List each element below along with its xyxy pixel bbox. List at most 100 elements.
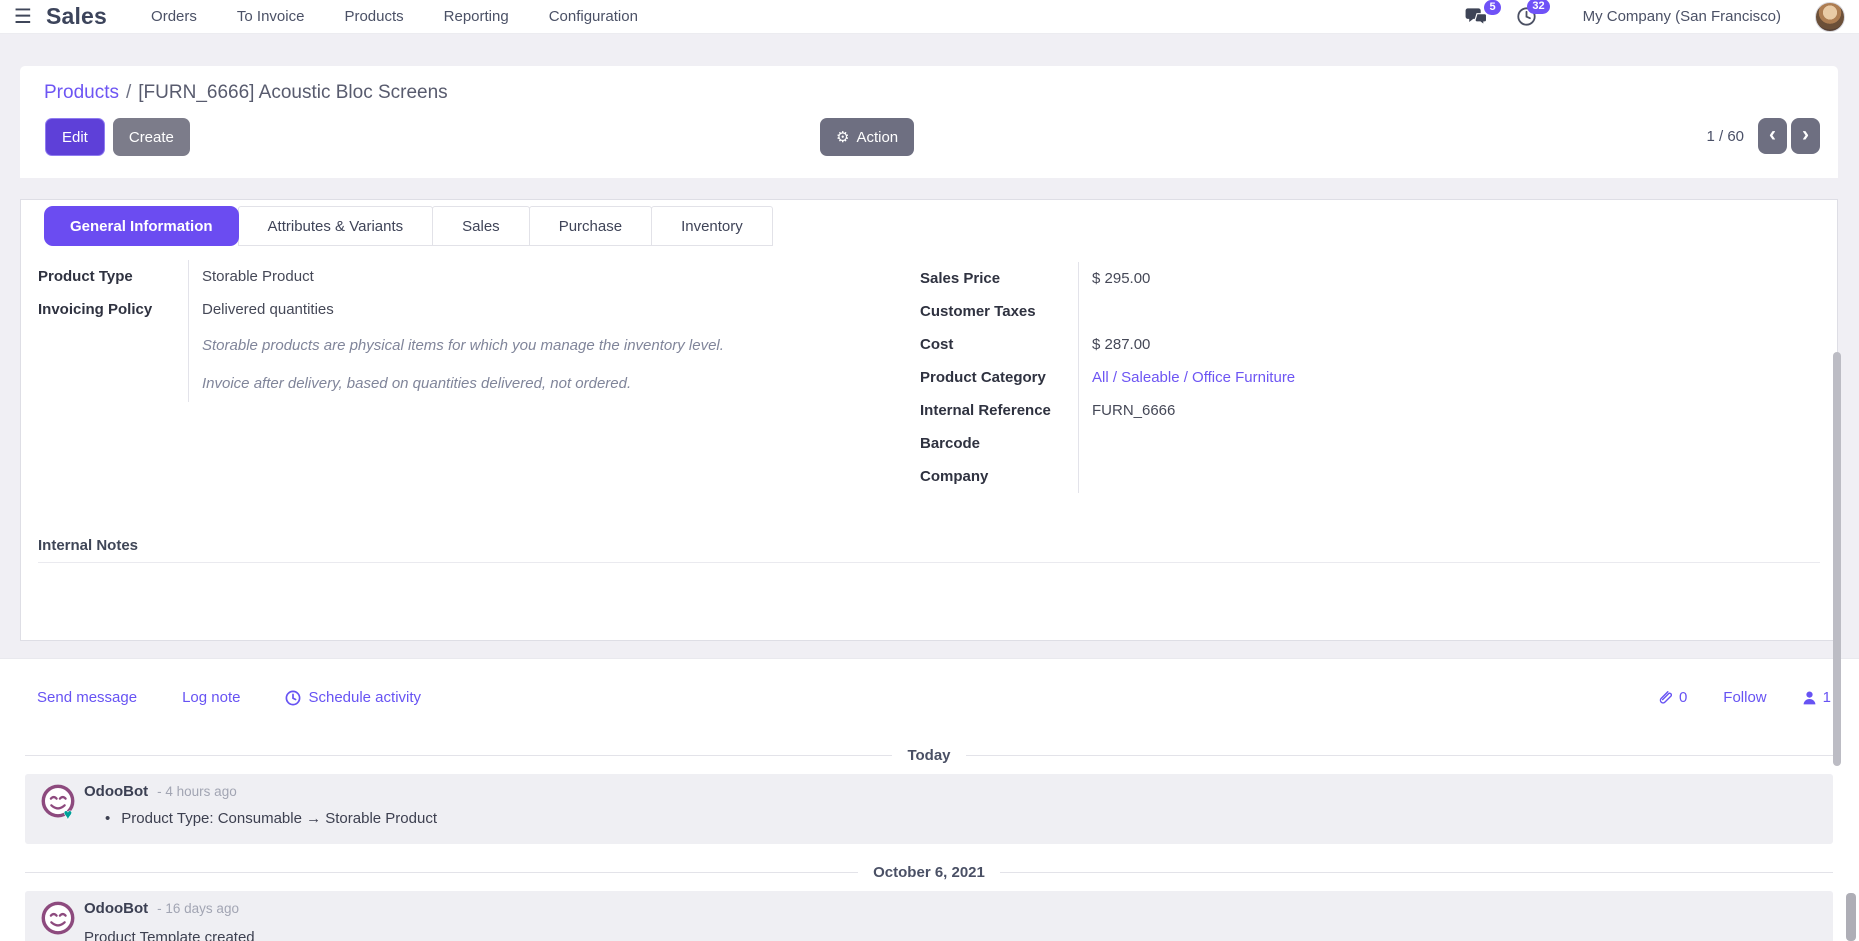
field-label: Barcode [920,435,1078,452]
odoobot-avatar-icon [39,900,77,938]
edit-button[interactable]: Edit [45,118,105,156]
activities-icon[interactable]: 32 [1516,6,1537,27]
attachments-button[interactable]: 0 [1658,689,1687,706]
systray: 5 32 My Company (San Francisco) [1437,2,1859,32]
content-scrollbar-thumb[interactable] [1833,352,1841,766]
message-author: OdooBot [84,783,148,800]
notebook-tabs: General Information Attributes & Variant… [44,206,773,246]
internal-notes-heading: Internal Notes [38,537,1820,563]
send-message-button[interactable]: Send message [37,689,137,706]
field-value [1078,460,1620,493]
field-value [1078,295,1620,328]
form-sheet: General Information Attributes & Variant… [20,199,1838,641]
message-body: • Product Type: Consumable → Storable Pr… [105,810,437,827]
action-button[interactable]: ⚙ Action [820,118,914,156]
menu-configuration[interactable]: Configuration [549,8,638,25]
field-label: Company [920,468,1078,485]
field-label: Product Category [920,369,1078,386]
apps-menu-icon[interactable]: ☰ [14,7,32,27]
app-menu: Orders To Invoice Products Reporting Con… [151,8,638,25]
menu-products[interactable]: Products [344,8,403,25]
field-label: Cost [920,336,1078,353]
breadcrumb-separator: / [126,82,131,103]
tab-general-information[interactable]: General Information [44,206,239,246]
paperclip-icon [1658,690,1672,705]
breadcrumb: Products / [FURN_6666] Acoustic Bloc Scree… [44,82,448,104]
message-timestamp: - 16 days ago [157,901,239,916]
help-text: Storable products are physical items for… [188,326,783,364]
message-timestamp: - 4 hours ago [157,784,237,799]
followers-button[interactable]: 1 [1803,689,1831,706]
action-button-label: Action [856,129,898,146]
schedule-activity-button[interactable]: Schedule activity [285,689,421,706]
pager-value: 1 / 60 [1706,128,1744,145]
bullet-icon: • [105,810,110,827]
message-text: Product Template created [84,929,255,941]
field-value: $ 295.00 [1078,262,1620,295]
create-button[interactable]: Create [113,118,190,156]
pager-previous-button[interactable]: ‹ [1758,118,1787,154]
thread-message: OdooBot - 16 days ago Product Template c… [25,891,1833,941]
field-label: Customer Taxes [920,303,1078,320]
schedule-activity-label: Schedule activity [308,689,421,706]
log-note-button[interactable]: Log note [182,689,240,706]
invoicing-policy-help: Invoice after delivery, based on quantit… [38,364,783,402]
app-name[interactable]: Sales [46,3,107,30]
thread-date-divider: Today [25,747,1833,764]
attachment-count: 0 [1679,689,1687,706]
company-switcher[interactable]: My Company (San Francisco) [1583,8,1781,25]
chatter-topbar-right: 0 Follow 1 [1658,689,1831,706]
odoo-product-form-screen: ☰ Sales Orders To Invoice Products Repor… [0,0,1859,941]
field-value: FURN_6666 [1078,394,1620,427]
message-text: Product Type: Consumable → Storable Prod… [121,810,437,827]
field-value: Delivered quantities [188,293,783,326]
follow-button[interactable]: Follow [1723,689,1766,706]
chevron-left-icon: ‹ [1769,123,1776,147]
field-value [1078,427,1620,460]
gear-icon: ⚙ [836,128,849,146]
field-barcode: Barcode [920,427,1620,460]
tab-inventory[interactable]: Inventory [651,206,773,246]
menu-reporting[interactable]: Reporting [444,8,509,25]
field-value: Storable Product [188,260,783,293]
field-label: Product Type [38,268,188,285]
field-label: Invoicing Policy [38,301,188,318]
form-right-column: Sales Price $ 295.00 Customer Taxes Cost… [920,262,1620,493]
divider-label: Today [892,747,965,764]
product-type-help: Storable products are physical items for… [38,326,783,364]
pager: 1 / 60 ‹ › [1706,118,1820,154]
thread-message: ♥ OdooBot - 4 hours ago • Product Type: … [25,774,1833,844]
field-label: Sales Price [920,270,1078,287]
top-navbar: ☰ Sales Orders To Invoice Products Repor… [0,0,1859,34]
internal-notes-section: Internal Notes [38,537,1820,563]
pager-next-button[interactable]: › [1791,118,1820,154]
thread-date-divider: October 6, 2021 [25,864,1833,881]
field-product-type: Product Type Storable Product [38,260,783,293]
control-panel-buttons: Edit Create [45,118,190,156]
chevron-right-icon: › [1802,123,1809,147]
person-icon [1803,691,1816,705]
message-body-clipped: Product Template created [84,929,255,941]
chatter: Send message Log note Schedule activity [0,658,1859,941]
page-scrollbar-thumb[interactable] [1846,893,1856,941]
user-avatar[interactable] [1815,2,1845,32]
follower-count: 1 [1823,689,1831,706]
message-header: OdooBot - 4 hours ago [84,783,237,800]
field-cost: Cost $ 287.00 [920,328,1620,361]
tab-attributes-variants[interactable]: Attributes & Variants [238,206,434,246]
field-label: Internal Reference [920,402,1078,419]
menu-to-invoice[interactable]: To Invoice [237,8,305,25]
form-left-column: Product Type Storable Product Invoicing … [38,260,783,402]
breadcrumb-products-link[interactable]: Products [44,82,119,103]
product-category-link[interactable]: All / Saleable / Office Furniture [1078,361,1620,394]
messages-icon[interactable]: 5 [1465,7,1488,27]
field-internal-reference: Internal Reference FURN_6666 [920,394,1620,427]
menu-orders[interactable]: Orders [151,8,197,25]
field-invoicing-policy: Invoicing Policy Delivered quantities [38,293,783,326]
tab-purchase[interactable]: Purchase [529,206,652,246]
field-product-category: Product Category All / Saleable / Office… [920,361,1620,394]
svg-text:♥: ♥ [64,807,72,821]
messages-badge: 5 [1484,0,1500,15]
breadcrumb-current: [FURN_6666] Acoustic Bloc Screens [138,82,447,103]
tab-sales[interactable]: Sales [432,206,530,246]
